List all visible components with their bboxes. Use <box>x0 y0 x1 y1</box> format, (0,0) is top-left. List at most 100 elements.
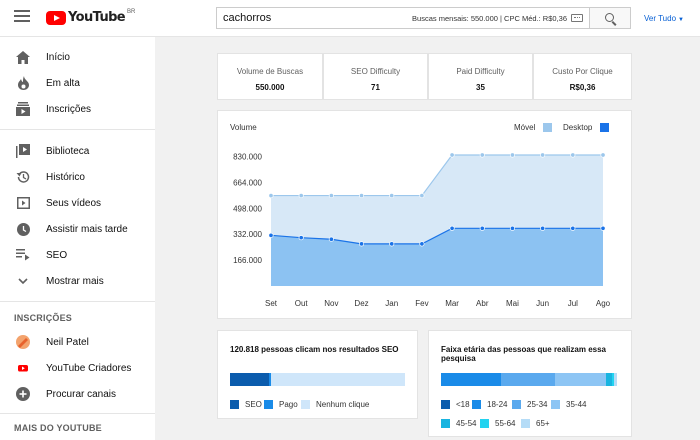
sidebar-sub-procurar-canais[interactable]: Procurar canais <box>0 381 155 407</box>
play-icon <box>16 196 30 210</box>
x-tick-label: Ago <box>596 299 611 308</box>
volume-chart: 830.000 664.000 498.000 332.000 166.000 Set Ou… <box>233 152 611 308</box>
data-point <box>449 225 455 231</box>
data-point <box>600 152 606 158</box>
youtube-logo[interactable]: YouTube BR <box>46 9 135 25</box>
sidebar-item-historico[interactable]: Histórico <box>0 164 155 190</box>
top-bar: YouTube BR Buscas mensais: 550.000 | CPC… <box>0 0 700 37</box>
clicks-title: 120.818 pessoas clicam nos resultados SE… <box>230 345 399 354</box>
subscriptions-icon <box>16 102 30 116</box>
sidebar-item-seo[interactable]: SEO <box>0 242 155 268</box>
data-point <box>298 193 304 199</box>
data-point <box>479 225 485 231</box>
sidebar-item-label: Mostrar mais <box>46 275 104 287</box>
clicks-stacked-bar <box>230 373 405 386</box>
metric-value: 35 <box>476 83 485 92</box>
more-section-title: MAIS DO YOUTUBE <box>14 423 102 433</box>
data-point <box>358 193 365 199</box>
x-tick-label: Jun <box>536 299 549 308</box>
sidebar-item-inicio[interactable]: Início <box>0 44 155 70</box>
chevron-down-icon <box>16 274 30 288</box>
sidebar-item-seus-videos[interactable]: Seus vídeos <box>0 190 155 216</box>
sidebar-item-inscricoes[interactable]: Inscrições <box>0 96 155 122</box>
sidebar-divider <box>0 301 155 302</box>
legend-swatch <box>230 400 239 409</box>
data-point <box>389 193 395 199</box>
data-point <box>268 193 274 199</box>
sidebar-item-label: SEO <box>46 249 68 261</box>
metric-card-volume: Volume de Buscas 550.000 <box>217 53 323 100</box>
data-point <box>389 241 395 247</box>
data-point <box>358 241 365 247</box>
age-card: Faixa etária das pessoas que realizam es… <box>428 330 632 437</box>
logo-text: YouTube <box>68 10 126 25</box>
data-point <box>268 232 274 238</box>
legend-item-seo: SEO <box>230 400 262 409</box>
sidebar-item-mostrar-mais[interactable]: Mostrar mais <box>0 268 155 294</box>
data-point <box>509 225 516 231</box>
search-button[interactable] <box>590 7 631 29</box>
playlist-icon <box>16 248 30 262</box>
sidebar-sub-youtube-criadores[interactable]: YouTube Criadores <box>0 355 155 381</box>
metric-label: Volume de Buscas <box>236 67 304 76</box>
legend-item-45-54: 45-54 <box>441 419 476 428</box>
subscriptions-section-title: INSCRIÇÕES <box>14 313 73 323</box>
x-tick-label: Jan <box>385 299 398 308</box>
sidebar-sub-neil-patel[interactable]: Neil Patel <box>0 329 155 355</box>
sidebar-item-label: Em alta <box>46 77 80 89</box>
data-point <box>328 236 334 242</box>
y-tick-label: 498.000 <box>233 204 262 213</box>
ver-tudo-link[interactable]: Ver Tudo ▼ <box>644 14 684 23</box>
neil-patel-avatar <box>16 335 30 349</box>
bar-segment <box>614 373 617 386</box>
data-point <box>540 225 546 231</box>
legend-item-pago: Pago <box>264 400 298 409</box>
legend-label: <18 <box>456 400 470 409</box>
search-icon <box>605 13 614 22</box>
metric-value: R$0,36 <box>569 83 596 92</box>
metric-value: 71 <box>371 83 380 92</box>
keyboard-icon[interactable] <box>571 14 583 22</box>
clicks-card: 120.818 pessoas clicam nos resultados SE… <box>217 330 418 419</box>
sidebar-item-assistir-mais-tarde[interactable]: Assistir mais tarde <box>0 216 155 242</box>
sidebar-item-em-alta[interactable]: Em alta <box>0 70 155 96</box>
legend-item-18-24: 18-24 <box>472 400 507 409</box>
legend-swatch <box>480 419 489 428</box>
sidebar-item-label: Biblioteca <box>46 145 90 157</box>
sidebar-item-label: Inscrições <box>46 103 92 115</box>
x-tick-label: Out <box>295 299 309 308</box>
metric-card-paid-difficulty: Paid Difficulty 35 <box>428 53 533 100</box>
legend-label: 18-24 <box>487 400 508 409</box>
data-point <box>449 152 455 158</box>
search-box: Buscas mensais: 550.000 | CPC Méd.: R$0,… <box>216 7 590 29</box>
bar-segment <box>500 373 556 386</box>
legend-label: 65+ <box>536 419 550 428</box>
search-input[interactable] <box>217 8 387 28</box>
sidebar-item-label: Início <box>46 51 70 63</box>
youtube-play-icon <box>46 10 66 25</box>
sidebar-item-label: Seus vídeos <box>46 197 102 209</box>
y-tick-label: 332.000 <box>233 230 262 239</box>
legend-swatch <box>441 400 450 409</box>
sidebar-sub-label: Procurar canais <box>46 388 117 400</box>
bar-segment <box>555 373 607 386</box>
sidebar: Início Em alta Inscrições Biblioteca His… <box>0 37 155 440</box>
legend-swatch <box>551 400 560 409</box>
search-stats: Buscas mensais: 550.000 | CPC Méd.: R$0,… <box>412 13 567 23</box>
caret-down-icon: ▼ <box>678 17 684 23</box>
main-content: Volume de Buscas 550.000 SEO Difficulty … <box>155 37 700 440</box>
metric-card-seo-difficulty: SEO Difficulty 71 <box>323 53 428 100</box>
library-icon <box>16 144 30 158</box>
youtube-criadores-avatar <box>16 361 30 375</box>
metric-value: 550.000 <box>255 83 285 92</box>
sidebar-item-biblioteca[interactable]: Biblioteca <box>0 138 155 164</box>
data-point <box>298 235 304 241</box>
legend-swatch <box>521 419 530 428</box>
metric-card-cpc: Custo Por Clique R$0,36 <box>533 53 632 100</box>
y-tick-label: 830.000 <box>233 153 262 162</box>
menu-icon[interactable] <box>14 10 30 24</box>
history-icon <box>16 170 30 184</box>
legend-item-65-plus: 65+ <box>521 419 550 428</box>
legend-swatch <box>512 400 521 409</box>
age-stacked-bar <box>441 373 617 386</box>
